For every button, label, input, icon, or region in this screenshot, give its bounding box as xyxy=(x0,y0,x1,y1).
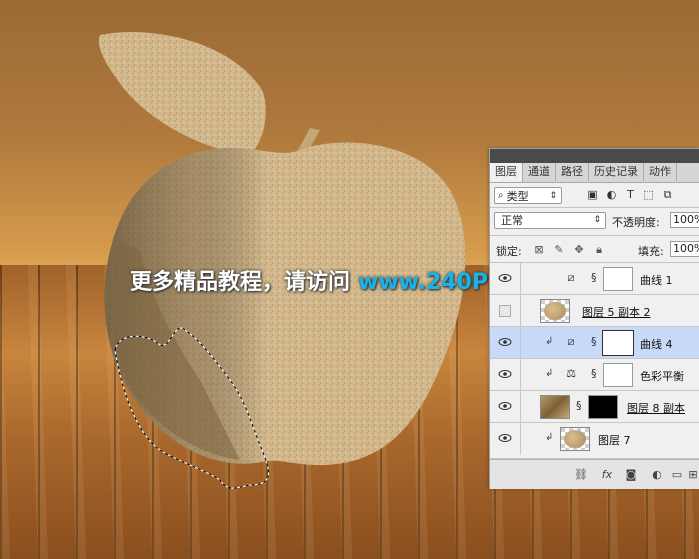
clip-arrow-icon: ↲ xyxy=(545,336,554,347)
filter-shape-icon[interactable]: ⬚ xyxy=(642,189,655,201)
visibility-off-box[interactable] xyxy=(499,305,511,317)
chain-link-icon[interactable]: § xyxy=(591,335,597,348)
layer-thumbnail[interactable] xyxy=(540,395,570,419)
lock-position-move-icon[interactable]: ✥ xyxy=(572,243,586,256)
clip-arrow-icon: ↲ xyxy=(545,368,554,379)
fill-input[interactable]: 100% xyxy=(670,241,699,257)
filter-type-icon[interactable]: T xyxy=(624,189,637,201)
lock-paint-brush-icon[interactable]: ✎ xyxy=(552,243,566,256)
panel-title-bar[interactable] xyxy=(490,149,699,163)
folder-icon[interactable]: ▭ xyxy=(670,468,684,481)
layers-panel-toolbar: ⛓︎ fx ◙ ◐ ▭ ⊞ xyxy=(490,459,699,489)
layer-mask-thumbnail[interactable] xyxy=(603,363,633,387)
layer-name[interactable]: 曲线 4 xyxy=(640,336,673,352)
color-balance-scale-icon: ⚖︎ xyxy=(566,367,576,380)
layer-row-layer5-copy2[interactable]: 图层 5 副本 2 xyxy=(490,295,699,327)
fx-icon[interactable]: fx xyxy=(600,468,614,481)
filter-smartobject-icon[interactable]: ⧉ xyxy=(661,189,674,201)
search-icon: ⌕ xyxy=(498,190,504,201)
opacity-input[interactable]: 100% xyxy=(670,212,699,228)
blend-mode-select[interactable]: 正常 ⇕ xyxy=(494,212,606,229)
visibility-eye-icon[interactable] xyxy=(498,400,512,412)
layer-name[interactable]: 图层 7 xyxy=(598,432,631,448)
chain-link-icon[interactable]: § xyxy=(591,271,597,284)
layer-name[interactable]: 色彩平衡 xyxy=(640,368,684,384)
lock-all-icon[interactable]: 🔒︎ xyxy=(592,243,606,257)
adjustment-layer-icon[interactable]: ◐ xyxy=(650,468,664,481)
filter-adjustment-icon[interactable]: ◐ xyxy=(605,189,618,201)
filter-kind-label: 类型 xyxy=(506,189,529,203)
visibility-eye-icon[interactable] xyxy=(498,336,512,348)
chevron-updown-icon: ⇕ xyxy=(593,215,601,225)
new-layer-icon[interactable]: ⊞ xyxy=(686,468,699,481)
visibility-eye-icon[interactable] xyxy=(498,272,512,284)
tab-actions[interactable]: 动作 xyxy=(644,163,677,181)
filter-pixel-icon[interactable]: ▣ xyxy=(586,189,599,201)
apple-leaf xyxy=(99,32,266,156)
divider xyxy=(490,207,699,208)
chevron-updown-icon: ⇕ xyxy=(549,191,557,201)
chain-link-icon[interactable]: § xyxy=(576,399,582,412)
link-layers-icon[interactable]: ⛓︎ xyxy=(574,468,588,481)
curves-adjustment-icon: ⧄ xyxy=(567,271,575,284)
blend-mode-value: 正常 xyxy=(501,214,523,227)
tab-channels[interactable]: 通道 xyxy=(523,163,556,181)
layer-row-layer7[interactable]: ↲ 图层 7 xyxy=(490,423,699,459)
fill-label: 填充: xyxy=(638,245,664,258)
layer-thumbnail[interactable] xyxy=(560,427,590,451)
layer-name[interactable]: 图层 8 副本 xyxy=(627,400,685,416)
lock-label: 锁定: xyxy=(496,245,522,258)
layer-name[interactable]: 图层 5 副本 2 xyxy=(582,304,651,320)
layer-row-layer8-copy[interactable]: § 图层 8 副本 xyxy=(490,391,699,423)
visibility-eye-icon[interactable] xyxy=(498,368,512,380)
layer-row-curves-1[interactable]: ⧄ § 曲线 1 xyxy=(490,263,699,295)
add-mask-icon[interactable]: ◙ xyxy=(624,468,638,481)
layer-row-curves-4[interactable]: ↲ ⧄ § 曲线 4 xyxy=(490,327,699,359)
panel-tabs: 图层 通道 路径 历史记录 动作 xyxy=(490,163,699,183)
layer-filter-select[interactable]: ⌕ 类型 ⇕ xyxy=(494,187,562,204)
tab-paths[interactable]: 路径 xyxy=(556,163,589,181)
clip-arrow-icon: ↲ xyxy=(545,432,554,443)
curves-adjustment-icon: ⧄ xyxy=(567,335,575,348)
divider xyxy=(490,235,699,236)
watermark-cn-text: 更多精品教程，请访问 xyxy=(130,270,351,295)
opacity-label: 不透明度: xyxy=(612,216,660,229)
chain-link-icon[interactable]: § xyxy=(591,367,597,380)
layer-name[interactable]: 曲线 1 xyxy=(640,272,673,288)
layer-row-color-balance[interactable]: ↲ ⚖︎ § 色彩平衡 xyxy=(490,359,699,391)
layer-mask-thumbnail[interactable] xyxy=(588,395,618,419)
visibility-eye-icon[interactable] xyxy=(498,432,512,444)
layer-mask-thumbnail[interactable] xyxy=(602,330,634,356)
lock-transparency-icon[interactable]: ⊠ xyxy=(532,243,546,256)
tab-layers[interactable]: 图层 xyxy=(490,163,523,182)
layers-panel: 图层 通道 路径 历史记录 动作 ⌕ 类型 ⇕ ▣ ◐ T ⬚ ⧉ 正常 ⇕ 不… xyxy=(489,148,699,489)
layer-thumbnail[interactable] xyxy=(540,299,570,323)
tab-history[interactable]: 历史记录 xyxy=(589,163,644,181)
layer-mask-thumbnail[interactable] xyxy=(603,267,633,291)
